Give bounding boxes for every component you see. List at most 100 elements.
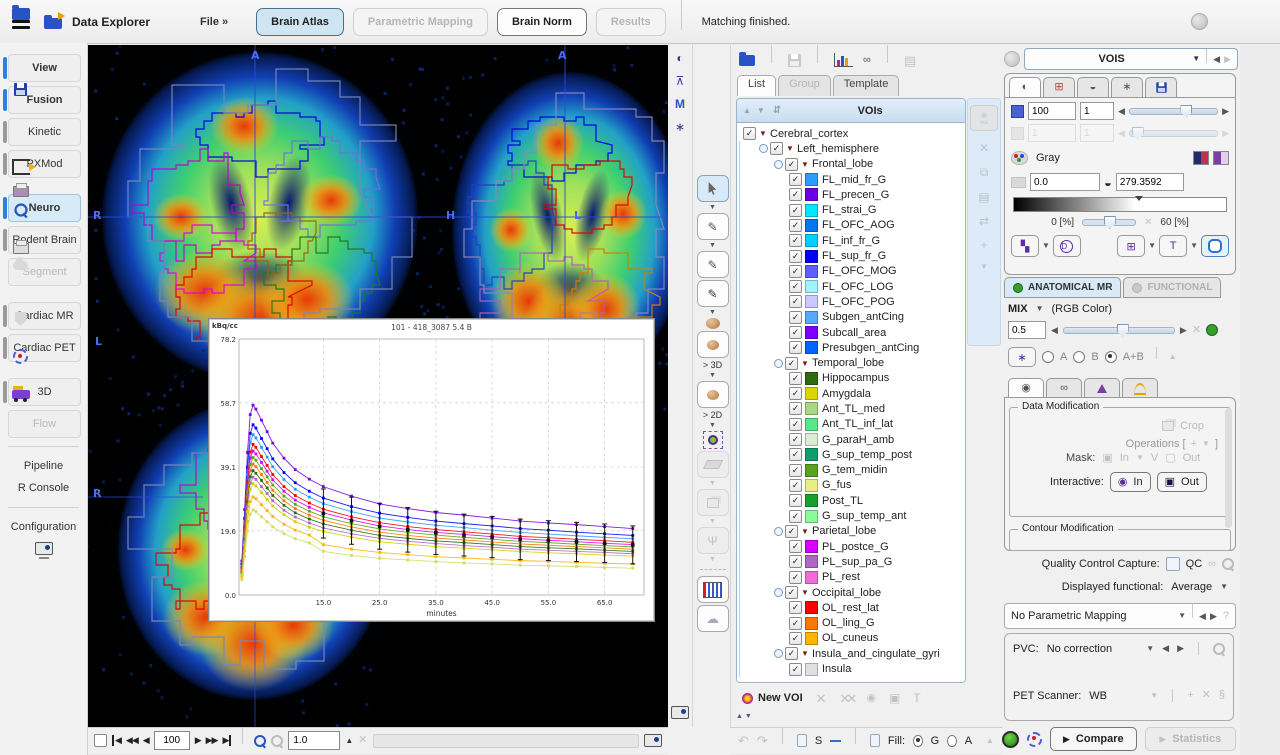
layout-orthogonal-icon[interactable]: ◐ [676,51,683,65]
text-annotation-icon[interactable]: T [913,692,920,704]
voi-group-row[interactable]: ✓▼Left_hemisphere [739,141,965,156]
voi-row[interactable]: ✓Subgen_antCing [739,310,965,325]
fill-checkbox[interactable] [870,734,880,747]
sidebar-item-view[interactable]: View [8,54,81,82]
voi-checkbox[interactable]: ✓ [789,173,802,186]
tab-rotation[interactable]: ∗ [1111,77,1143,97]
voi-row[interactable]: ✓OL_ling_G [739,616,965,631]
mask-caret-icon[interactable]: ▼ [1136,454,1144,462]
save-lut-icon[interactable] [1213,151,1229,165]
voi-color-swatch[interactable] [805,479,818,492]
vois-selector[interactable]: VOIS ▼ ◀ ▶ [1024,48,1238,70]
qc-checkbox[interactable] [1166,557,1180,571]
acquisition-console-icon[interactable] [35,542,53,555]
voi-color-swatch[interactable] [805,555,818,568]
voi-checkbox[interactable]: ✓ [789,250,802,263]
fast-forward-button[interactable]: ▶▶ [206,735,218,746]
magnify-icon[interactable] [14,203,27,216]
scanner-caret-icon[interactable]: ▼ [1150,692,1158,700]
voi-checkbox[interactable]: ✓ [789,219,802,232]
fill-g-radio[interactable] [913,735,923,747]
voi-color-swatch[interactable] [805,510,818,523]
text-overlay-button[interactable]: T [1159,235,1187,257]
interactive-out-button[interactable]: ▣ Out [1157,472,1207,492]
voi-row[interactable]: ✓FL_inf_fr_G [739,233,965,248]
voi-color-swatch[interactable] [805,188,818,201]
fill-voi-icon[interactable]: ▣ [889,692,900,704]
next-frame-button[interactable]: ▶ [195,735,201,746]
voi-checkbox[interactable]: ✓ [789,464,802,477]
brush-2d-button[interactable] [697,381,729,408]
redo-icon[interactable]: ↷ [757,734,768,747]
tree-node-icon[interactable] [759,144,768,153]
file-menu[interactable]: File » [200,16,228,28]
voi-color-swatch[interactable] [805,280,818,293]
tab-layout[interactable]: ⊞ [1043,77,1075,97]
parametric-mapping-selector[interactable]: No Parametric Mapping ▼ ◀ ▶ ? [1004,603,1236,629]
hidden-layer-value-input[interactable] [1028,124,1076,142]
tree-node-icon[interactable] [774,649,783,658]
voi-checkbox[interactable]: ✓ [789,204,802,217]
voi-row[interactable]: ✓Ant_TL_med [739,401,965,416]
snapshot-icon[interactable] [671,706,689,719]
copy-voi-icon[interactable]: ⧉ [980,165,989,180]
tree-node-icon[interactable] [774,359,783,368]
tab-color[interactable]: ◐ [1009,77,1041,97]
operations-caret-icon[interactable]: ▼ [1202,440,1210,448]
mix-reset-icon[interactable]: ✕ [1192,325,1201,336]
layer-right-icon[interactable]: ▶ [1222,107,1229,116]
voi-row[interactable]: ✓OL_cuneus [739,631,965,646]
grid-overlay-button[interactable]: ⊞ [1117,235,1145,257]
voi-row[interactable]: ✓FL_OFC_AOG [739,218,965,233]
move-up-icon[interactable]: ▲ [743,107,751,115]
voi-color-swatch[interactable] [805,387,818,400]
sidebar-item-flow[interactable]: Flow [8,410,81,438]
sidebar-item-configuration[interactable]: Configuration [0,516,87,538]
voi-row[interactable]: ✓FL_OFC_MOG [739,264,965,279]
invert-lut-icon[interactable] [1193,151,1209,165]
voi-row[interactable]: ✓G_sup_temp_post [739,447,965,462]
voi-checkbox[interactable]: ✓ [789,387,802,400]
cloud-icon[interactable] [13,261,28,270]
slice-scrollbar[interactable] [373,734,639,748]
print-icon[interactable] [13,186,29,197]
add-group-icon[interactable]: + [980,238,987,252]
voi-statistics-icon[interactable] [834,53,853,67]
tab-chain[interactable]: ∞ [1046,378,1082,398]
voi-row[interactable]: ✓FL_mid_fr_G [739,172,965,187]
voi-checkbox[interactable]: ✓ [770,142,783,155]
eraser-3d-button[interactable] [697,489,729,516]
group-tools-icon[interactable]: ▤ [904,54,916,67]
channel-a-radio[interactable] [1042,351,1054,363]
rotate-icon[interactable]: ∗ [675,120,685,134]
voi-group-row[interactable]: ✓▼Parietal_lobe [739,524,965,539]
tab-save-view[interactable] [1145,77,1177,97]
fast-rewind-button[interactable]: ◀◀ [126,735,138,746]
adjust-tool-button[interactable]: ✎ [697,213,729,240]
brush-3d-caret-icon[interactable]: ▼ [709,372,716,379]
colormap-name[interactable]: Gray [1036,152,1060,164]
voi-checkbox[interactable]: ✓ [789,617,802,630]
sync-checkbox[interactable] [94,734,107,747]
print-disabled-icon[interactable] [13,243,29,254]
tab-processing[interactable]: ◒ [1077,77,1109,97]
voi-color-swatch[interactable] [805,571,818,584]
link-vois-icon[interactable]: ∞ [863,55,871,66]
iso-contour-tool-button[interactable] [703,431,723,449]
hidden-layer-right-icon[interactable]: ▶ [1222,129,1229,138]
sidebar-item-pipeline[interactable]: Pipeline [0,455,87,477]
panel-splitter[interactable]: ▲ ▼ [736,713,964,721]
sidebar-item-r-console[interactable]: R Console [0,477,87,499]
first-frame-button[interactable]: ◀ [112,735,121,746]
brush-3d-button[interactable] [697,331,729,358]
voi-row[interactable]: ✓G_paraH_amb [739,432,965,447]
voi-checkbox[interactable]: ✓ [789,188,802,201]
voi-checkbox[interactable]: ✓ [789,601,802,614]
load-voi-icon[interactable] [739,55,755,66]
mask-out-label[interactable]: Out [1183,452,1201,464]
pvc-caret-icon[interactable]: ▼ [1146,645,1154,653]
voi-checkbox[interactable]: ✓ [789,402,802,415]
line-width-icon[interactable] [830,740,841,742]
voi-row[interactable]: ✓Amygdala [739,386,965,401]
top-tab-results[interactable]: Results [596,8,666,36]
